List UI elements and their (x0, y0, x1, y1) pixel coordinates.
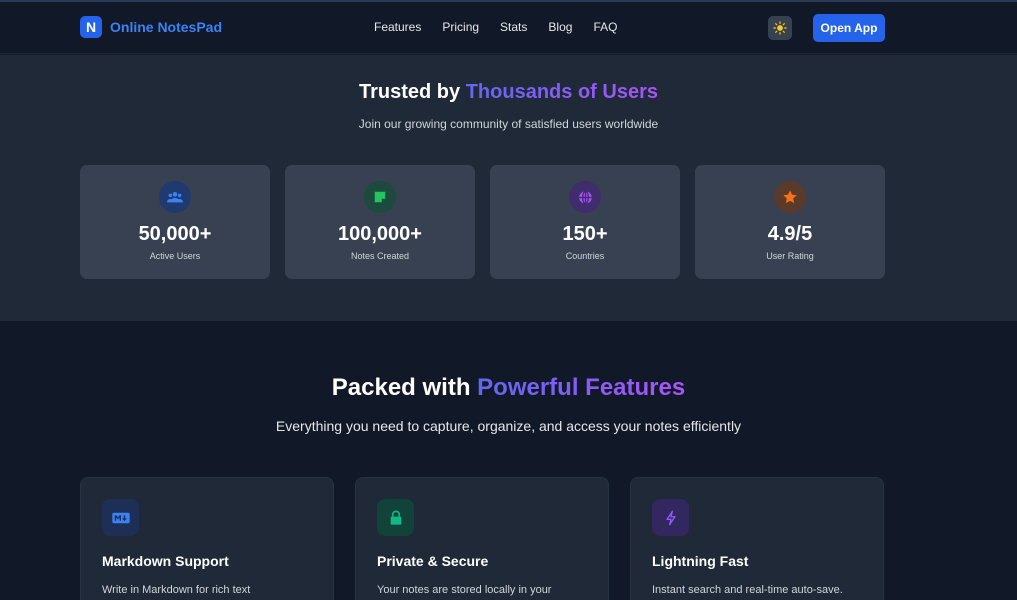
navbar: N Online NotesPad Features Pricing Stats… (0, 2, 1017, 54)
stat-value: 150+ (562, 223, 608, 245)
stats-subtitle: Join our growing community of satisfied … (358, 117, 659, 131)
nav-link-pricing[interactable]: Pricing (442, 20, 479, 34)
features-title-prefix: Packed with (331, 374, 478, 401)
feature-description: Write in Markdown for rich text (102, 584, 251, 596)
lock-icon (377, 499, 414, 536)
stats-title-prefix: Trusted by (359, 81, 466, 103)
feature-name: Lightning Fast (652, 553, 749, 569)
stats-title: Trusted by Thousands of Users (0, 81, 1017, 104)
stat-card-countries: 150+ Countries (490, 165, 680, 279)
nav-link-stats[interactable]: Stats (500, 20, 527, 34)
stat-value: 100,000+ (338, 223, 422, 245)
feature-name: Private & Secure (377, 553, 489, 569)
stat-value: 4.9/5 (767, 223, 813, 245)
logo-badge: N (80, 16, 102, 38)
nav-link-blog[interactable]: Blog (548, 20, 572, 34)
stats-section: Trusted by Thousands of Users Join our g… (0, 55, 1017, 321)
lightning-icon (652, 499, 689, 536)
theme-toggle-button[interactable] (768, 16, 792, 40)
stat-card-rating: 4.9/5 User Rating (695, 165, 885, 279)
sticky-note-icon (364, 181, 396, 213)
features-subtitle: Everything you need to capture, organize… (275, 418, 742, 434)
nav-link-faq[interactable]: FAQ (593, 20, 617, 34)
users-icon (159, 181, 191, 213)
sun-icon (773, 21, 787, 35)
open-app-button[interactable]: Open App (813, 14, 885, 42)
nav-link-features[interactable]: Features (374, 20, 421, 34)
features-title: Packed with Powerful Features (0, 374, 1017, 402)
logo[interactable]: N Online NotesPad (80, 16, 222, 38)
stat-card-users: 50,000+ Active Users (80, 165, 270, 279)
logo-text: Online NotesPad (110, 19, 223, 35)
feature-card-secure: Private & Secure Your notes are stored l… (355, 477, 609, 600)
star-icon (774, 181, 806, 213)
markdown-icon (102, 499, 139, 536)
stat-label: Notes Created (350, 251, 410, 261)
globe-icon (569, 181, 601, 213)
stat-label: Countries (565, 251, 605, 261)
feature-name: Markdown Support (102, 553, 229, 569)
stat-label: User Rating (766, 251, 814, 261)
stat-label: Active Users (149, 251, 201, 261)
feature-description: Instant search and real-time auto-save. (652, 584, 843, 596)
stat-card-notes: 100,000+ Notes Created (285, 165, 475, 279)
features-section: Packed with Powerful Features Everything… (0, 321, 1017, 600)
features-title-accent: Powerful Features (477, 374, 686, 401)
stats-title-accent: Thousands of Users (465, 81, 658, 103)
feature-description: Your notes are stored locally in your (377, 584, 552, 596)
feature-card-markdown: Markdown Support Write in Markdown for r… (80, 477, 334, 600)
stat-value: 50,000+ (138, 223, 212, 245)
nav-links: Features Pricing Stats Blog FAQ (374, 20, 638, 34)
feature-card-fast: Lightning Fast Instant search and real-t… (630, 477, 884, 600)
